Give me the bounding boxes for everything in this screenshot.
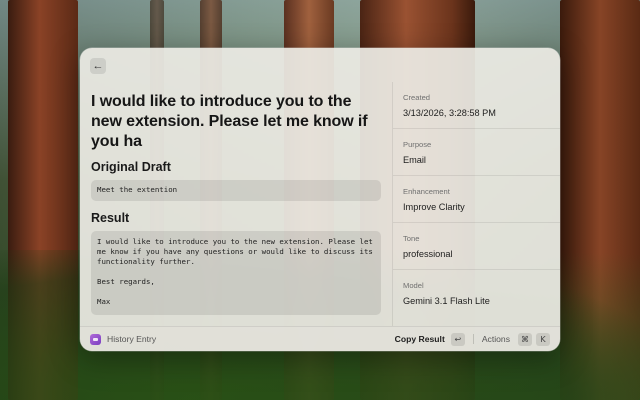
content-pane: I would like to introduce you to the new… xyxy=(80,82,392,326)
detail-value: Email xyxy=(403,155,426,165)
action-bar: History Entry Copy Result ↩ Actions ⌘ K xyxy=(80,326,560,351)
back-button[interactable]: ← xyxy=(90,58,106,74)
detail-value: 3/13/2026, 3:28:58 PM xyxy=(403,108,496,118)
detail-created: Created 3/13/2026, 3:28:58 PM xyxy=(393,82,560,129)
command-key-icon: ⌘ xyxy=(518,332,532,346)
actions-button[interactable]: Actions xyxy=(482,334,510,344)
return-key-icon: ↩ xyxy=(450,332,465,346)
detail-enhancement: Enhancement Improve Clarity xyxy=(393,176,560,223)
divider xyxy=(472,334,474,344)
detail-label: Enhancement xyxy=(403,187,450,196)
detail-label: Model xyxy=(403,281,424,290)
detail-purpose: Purpose Email xyxy=(393,129,560,176)
detail-tone: Tone professional xyxy=(393,223,560,270)
details-sidebar: Created 3/13/2026, 3:28:58 PM Purpose Em… xyxy=(392,82,560,326)
footer-title: History Entry xyxy=(107,334,157,344)
result-heading: Result xyxy=(91,211,130,225)
entry-headline: I would like to introduce you to the new… xyxy=(91,93,368,150)
arrow-left-icon: ← xyxy=(92,59,104,72)
k-key-icon: K xyxy=(536,332,550,346)
detail-value: Improve Clarity xyxy=(403,202,465,212)
copy-result-button[interactable]: Copy Result xyxy=(395,334,445,344)
detail-label: Purpose xyxy=(403,140,432,149)
detail-model: Model Gemini 3.1 Flash Lite xyxy=(393,270,560,317)
detail-label: Tone xyxy=(403,234,420,243)
detail-label: Created xyxy=(403,93,431,102)
result-text[interactable]: I would like to introduce you to the new… xyxy=(91,231,381,315)
history-entry-window: ← I would like to introduce you to the n… xyxy=(80,48,560,351)
original-draft-text[interactable]: Meet the extention xyxy=(91,180,381,201)
original-draft-heading: Original Draft xyxy=(91,160,171,174)
app-icon xyxy=(90,333,101,345)
detail-value: Gemini 3.1 Flash Lite xyxy=(403,296,490,306)
detail-value: professional xyxy=(403,249,453,259)
